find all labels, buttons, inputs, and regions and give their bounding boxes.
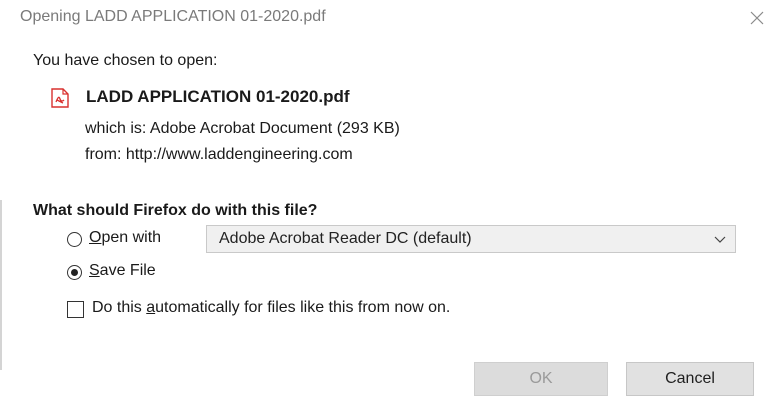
window-edge bbox=[0, 200, 2, 370]
open-with-label[interactable]: Open with bbox=[89, 229, 161, 247]
auto-accesskey: a bbox=[146, 299, 156, 316]
save-file-label-rest: ave File bbox=[99, 262, 156, 279]
ok-button[interactable]: OK bbox=[474, 362, 608, 396]
cancel-button-label: Cancel bbox=[665, 370, 715, 387]
pdf-file-icon bbox=[51, 88, 69, 108]
close-icon bbox=[750, 11, 764, 25]
auto-label-before: Do this bbox=[92, 299, 147, 316]
download-dialog: Opening LADD APPLICATION 01-2020.pdf You… bbox=[0, 0, 782, 408]
auto-checkbox[interactable] bbox=[67, 301, 84, 318]
ok-button-label: OK bbox=[529, 370, 553, 387]
intro-text: You have chosen to open: bbox=[33, 52, 218, 69]
open-with-radio[interactable] bbox=[67, 232, 82, 247]
application-select-value: Adobe Acrobat Reader DC (default) bbox=[219, 230, 472, 247]
close-button[interactable] bbox=[741, 4, 773, 32]
save-file-accesskey: S bbox=[89, 262, 100, 279]
window-title: Opening LADD APPLICATION 01-2020.pdf bbox=[20, 8, 326, 25]
question-heading: What should Firefox do with this file? bbox=[33, 202, 318, 219]
open-with-accesskey: O bbox=[89, 229, 102, 246]
chevron-down-icon bbox=[714, 236, 726, 243]
save-file-label[interactable]: Save File bbox=[89, 262, 156, 280]
file-type: which is: Adobe Acrobat Document (293 KB… bbox=[85, 120, 400, 137]
application-select[interactable]: Adobe Acrobat Reader DC (default) bbox=[206, 225, 736, 253]
auto-label-after: utomatically for files like this from no… bbox=[155, 299, 451, 316]
file-source: from: http://www.laddengineering.com bbox=[85, 146, 353, 163]
save-file-radio[interactable] bbox=[67, 265, 82, 280]
cancel-button[interactable]: Cancel bbox=[626, 362, 754, 396]
auto-label[interactable]: Do this automatically for files like thi… bbox=[92, 299, 450, 317]
open-with-label-rest: pen with bbox=[101, 229, 162, 246]
file-name: LADD APPLICATION 01-2020.pdf bbox=[86, 87, 350, 106]
title-bar: Opening LADD APPLICATION 01-2020.pdf bbox=[0, 0, 782, 38]
